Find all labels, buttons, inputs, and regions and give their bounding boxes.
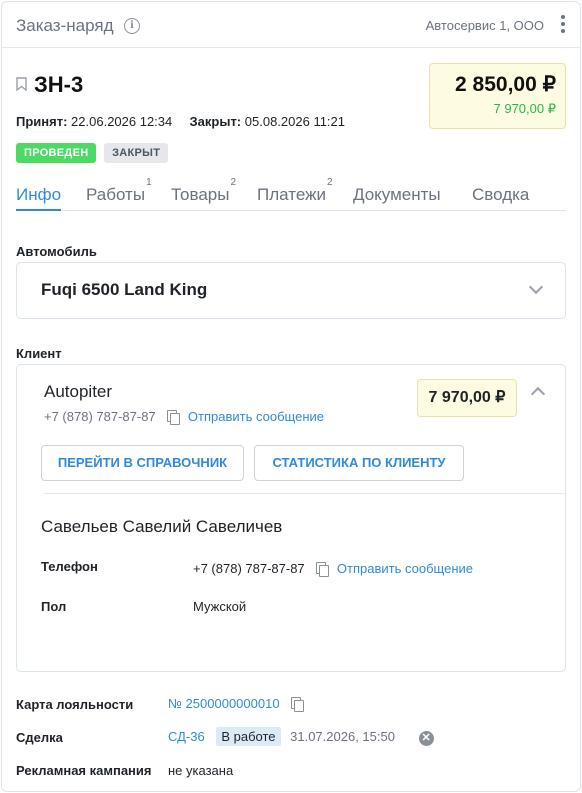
contact-phone-row: +7 (878) 787-87-87 Отправить сообщение xyxy=(193,561,473,577)
chevron-up-icon[interactable] xyxy=(530,386,546,402)
copy-icon[interactable] xyxy=(167,410,181,425)
chevron-down-icon[interactable] xyxy=(528,279,544,295)
contact-send-message-link[interactable]: Отправить сообщение xyxy=(337,561,473,576)
deal-status-badge: В работе xyxy=(216,727,281,746)
car-select[interactable]: Fuqi 6500 Land King xyxy=(16,262,566,319)
close-icon[interactable]: ✕ xyxy=(418,731,434,746)
status-badge-posted: ПРОВЕДЕН xyxy=(16,143,97,163)
tab-info[interactable]: Инфо xyxy=(16,185,62,211)
closed-value: 05.08.2026 11:21 xyxy=(244,114,346,129)
order-dates: Принят: 22.06.2026 12:34 Закрыт: 05.08.2… xyxy=(16,114,345,129)
gender-label: Пол xyxy=(41,599,67,614)
deal-date: 31.07.2026, 15:50 xyxy=(290,729,395,744)
tab-bar: Инфо Работы1 Товары2 Платежи2 Документы … xyxy=(16,177,566,211)
client-phone: +7 (878) 787-87-87 xyxy=(44,409,156,424)
tab-works[interactable]: Работы1 xyxy=(86,177,152,211)
client-phone-row: +7 (878) 787-87-87 Отправить сообщение xyxy=(44,409,324,425)
send-message-link[interactable]: Отправить сообщение xyxy=(188,409,324,424)
car-name: Fuqi 6500 Land King xyxy=(41,280,208,299)
company-name: Автосервис 1, ООО xyxy=(425,18,544,33)
car-section-label: Автомобиль xyxy=(16,244,97,259)
order-paid: 7 970,00 ₽ xyxy=(493,101,557,116)
order-total-box: 2 850,00 ₽ 7 970,00 ₽ xyxy=(429,63,566,129)
contact-phone: +7 (878) 787-87-87 xyxy=(193,561,305,576)
order-number: ЗН-3 xyxy=(34,72,84,97)
copy-icon[interactable] xyxy=(291,697,305,712)
status-badge-closed: ЗАКРЫТ xyxy=(104,143,169,163)
loyalty-label: Карта лояльности xyxy=(16,697,134,712)
closed-label: Закрыт: xyxy=(189,114,242,129)
copy-icon[interactable] xyxy=(316,562,330,577)
deal-row: СД-36 В работе 31.07.2026, 15:50 ✕ xyxy=(168,727,434,746)
status-badges: ПРОВЕДЕН ЗАКРЫТ xyxy=(16,143,172,163)
info-icon[interactable]: i xyxy=(124,18,140,34)
accepted-label: Принят: xyxy=(16,114,68,129)
order-total: 2 850,00 ₽ xyxy=(455,73,556,96)
tab-documents[interactable]: Документы xyxy=(353,185,441,211)
page-title: Заказ-наряд xyxy=(16,16,114,35)
campaign-label: Рекламная кампания xyxy=(16,763,152,778)
client-name: Autopiter xyxy=(44,382,113,401)
client-balance: 7 970,00 ₽ xyxy=(417,379,517,417)
more-menu-icon[interactable] xyxy=(560,15,566,35)
loyalty-row: № 2500000000010 xyxy=(168,696,305,712)
client-section-label: Клиент xyxy=(16,346,62,361)
tab-goods[interactable]: Товары2 xyxy=(171,177,236,211)
loyalty-card-link[interactable]: № 2500000000010 xyxy=(168,696,280,711)
gender-value: Мужской xyxy=(193,599,247,614)
client-panel: Autopiter +7 (878) 787-87-87 Отправить с… xyxy=(16,364,566,672)
client-stats-button[interactable]: СТАТИСТИКА ПО КЛИЕНТУ xyxy=(254,445,464,481)
deal-label: Сделка xyxy=(16,730,63,745)
contact-person-name: Савельев Савелий Савеличев xyxy=(41,517,283,536)
divider xyxy=(44,493,565,494)
go-to-directory-button[interactable]: ПЕРЕЙТИ В СПРАВОЧНИК xyxy=(41,445,244,481)
tab-payments[interactable]: Платежи2 xyxy=(257,177,333,211)
campaign-value: не указана xyxy=(168,763,234,778)
tab-summary[interactable]: Сводка xyxy=(472,185,529,211)
accepted-value: 22.06.2026 12:34 xyxy=(71,114,173,129)
deal-link[interactable]: СД-36 xyxy=(168,729,205,744)
card-header: Заказ-наряд i Автосервис 1, ООО xyxy=(2,2,580,48)
work-order-card: Заказ-наряд i Автосервис 1, ООО ЗН-3 При… xyxy=(1,1,581,792)
phone-label: Телефон xyxy=(41,559,98,574)
